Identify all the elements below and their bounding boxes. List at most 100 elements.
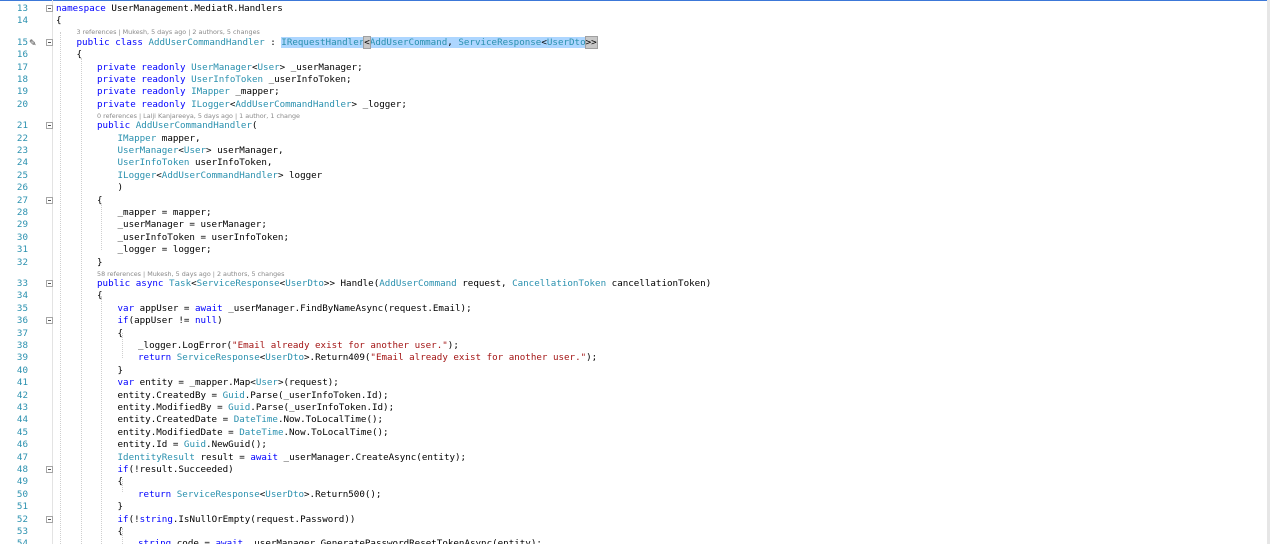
code-line[interactable]: 40} [0,365,1266,377]
code-line[interactable]: 14 { [0,15,1266,27]
code-line[interactable]: 34{ [0,290,1266,302]
code-line[interactable]: 21 public AddUserCommandHandler( [0,120,1266,132]
line-number: 43 [16,402,28,413]
code-token: >.Return500(); [304,488,382,500]
code-token: >(request); [277,377,339,389]
code-token: .Now.ToLocalTime(); [277,414,384,426]
code-token: userInfoToken, [194,157,273,169]
code-token: (!result.Succeeded) [128,464,234,475]
code-text: IdentityResult result = await _userManag… [118,452,467,464]
code-token: entity.ModifiedBy = [117,402,223,413]
line-number: 35 [16,302,28,314]
code-line[interactable]: 51} [0,501,1266,513]
code-text: public class AddUserCommandHandler : IRe… [77,35,598,49]
code-line[interactable]: 36 if(appUser != null) [0,315,1266,327]
code-line[interactable]: 52 if(!string.IsNullOrEmpty(request.Passw… [0,514,1266,526]
code-text: var entity = _mapper.Map<User>(request); [118,377,339,389]
code-line[interactable]: 39 return ServiceResponse<UserDto>.Return… [0,352,1266,364]
code-line[interactable]: 25 ILogger<AddUserCommandHandler> logger [0,170,1266,182]
code-token: .IsNullOrEmpty(request.Password)) [172,513,356,525]
code-text: ILogger<AddUserCommandHandler> logger [118,170,323,182]
indent-guide [101,203,102,250]
code-token: _userInfoToken = userInfoToken; [117,231,289,243]
code-line[interactable]: 43 entity.ModifiedBy = Guid.Parse(_userIn… [0,402,1266,414]
code-token: readonly [141,98,186,110]
code-line[interactable]: 29 _userManager = userManager; [0,219,1266,231]
line-number: 15 [16,36,28,48]
code-line[interactable]: 26) [0,182,1266,194]
line-number: 36 [16,315,28,327]
code-token: entity.Id = [117,439,179,451]
code-token: > _logger; [351,98,407,110]
code-line[interactable]: 53{ [0,526,1266,538]
code-line[interactable]: 50 return ServiceResponse<UserDto>.Return… [0,489,1266,501]
code-line[interactable]: 32} [0,257,1266,269]
collapse-icon[interactable] [46,317,53,325]
collapse-icon[interactable] [46,466,53,473]
collapse-icon[interactable] [46,280,53,287]
code-line[interactable]: 33 public async Task<ServiceResponse<User… [0,278,1266,290]
code-line[interactable]: 15 ✎ public class AddUserCommandHandler : … [0,35,1266,49]
line-number: 52 [16,513,28,525]
code-token: .Now.ToLocalTime(); [283,426,389,438]
code-line[interactable]: 54 string code = await _userManager.Gener… [0,538,1266,544]
code-token: _logger = logger; [117,244,212,256]
code-token: ServiceResponse [196,278,280,289]
code-line[interactable]: 35 var appUser = await _userManager.FindB… [0,303,1266,315]
code-token: UserDto [285,278,324,289]
collapse-icon[interactable] [46,38,53,46]
code-token: appUser = [139,302,190,314]
code-line[interactable]: 24 UserInfoToken userInfoToken, [0,157,1266,169]
code-line[interactable]: 44 entity.CreatedDate = DateTime.Now.ToLo… [0,414,1266,426]
code-token: IMapper [191,86,230,98]
line-number: 42 [16,389,28,401]
code-line[interactable]: 18 private readonly UserInfoToken _userIn… [0,74,1266,86]
code-text: UserInfoToken userInfoToken, [118,157,273,169]
code-line[interactable]: 16{ [0,49,1266,61]
code-text: IMapper mapper, [118,133,201,145]
code-line[interactable]: 23 UserManager<User> userManager, [0,145,1266,157]
code-token: DateTime [239,426,284,438]
code-line[interactable]: 31 _logger = logger; [0,244,1266,256]
code-line[interactable]: 20 private readonly ILogger<AddUserComman… [0,99,1266,111]
collapse-icon[interactable] [46,196,53,204]
code-editor[interactable]: 13 namespace UserManagement.MediatR.Handl… [0,0,1270,544]
code-token: } [97,256,103,268]
code-token: AddUserCommandHandler [235,98,352,110]
indent-guide [101,296,102,544]
code-token: UserManager [117,145,179,156]
code-text: if(!string.IsNullOrEmpty(request.Passwor… [118,514,356,526]
code-text: entity.Id = Guid.NewGuid(); [118,439,267,451]
code-token: string [139,513,173,525]
code-token: (appUser != [128,315,190,327]
code-line[interactable]: 17 private readonly UserManager<User> _us… [0,62,1266,74]
code-token: null [194,315,218,327]
collapse-icon[interactable] [46,515,53,523]
code-token: public [97,278,131,289]
line-number: 51 [16,501,28,513]
code-token: readonly [141,86,186,98]
collapse-icon[interactable] [46,5,53,12]
code-line[interactable]: 49{ [0,476,1266,488]
code-line[interactable]: 38 _logger.LogError("Email already exist … [0,340,1266,352]
code-token: IMapper [117,132,157,144]
code-line[interactable]: 45 entity.ModifiedDate = DateTime.Now.ToL… [0,427,1266,439]
code-line[interactable]: 30 _userInfoToken = userInfoToken; [0,232,1266,244]
code-line[interactable]: 37{ [0,328,1266,340]
code-line[interactable]: 46 entity.Id = Guid.NewGuid(); [0,439,1266,451]
code-token: private [97,98,136,110]
code-token: if [117,513,129,525]
code-token: ) [217,315,223,327]
code-line[interactable]: 41 var entity = _mapper.Map<User>(request… [0,377,1266,389]
code-line[interactable]: 13 namespace UserManagement.MediatR.Handl… [0,3,1266,15]
code-line[interactable]: 27{ [0,195,1266,207]
collapse-icon[interactable] [46,122,53,130]
code-line[interactable]: 47 IdentityResult result = await _userMan… [0,452,1266,464]
code-token: CancellationToken [512,278,607,289]
code-line[interactable]: 42 entity.CreatedBy = Guid.Parse(_userInf… [0,390,1266,402]
code-line[interactable]: 48 if(!result.Succeeded) [0,464,1266,476]
code-token: cancellationToken) [611,278,712,289]
code-line[interactable]: 19 private readonly IMapper _mapper; [0,86,1266,98]
code-line[interactable]: 22 IMapper mapper, [0,133,1266,145]
code-line[interactable]: 28 _mapper = mapper; [0,207,1266,219]
